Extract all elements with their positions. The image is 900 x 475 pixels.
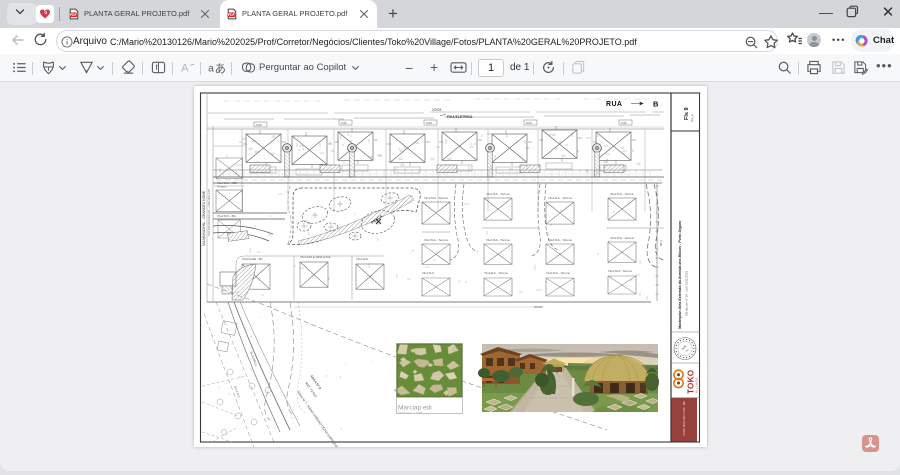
svg-text:VIA MUNICIPAL - GRANDES HOME: VIA MUNICIPAL - GRANDES HOME	[202, 190, 206, 246]
svg-text:9,00: 9,00	[426, 121, 432, 125]
svg-text:A: A	[181, 62, 189, 74]
svg-text:FIXA ELETRICA: FIXA ELETRICA	[447, 115, 473, 119]
svg-text:VILA SUL - Terreno: VILA SUL - Terreno	[484, 271, 508, 275]
svg-text:PDF: PDF	[228, 13, 235, 17]
svg-text:VILA SOL - BG: VILA SOL - BG	[217, 214, 236, 218]
svg-text:B: B	[653, 100, 659, 109]
svg-text:ÁREA Nº 5: ÁREA Nº 5	[233, 385, 241, 399]
svg-text:VILA SOL - Terreno: VILA SOL - Terreno	[608, 269, 633, 273]
svg-text:RUA PROJETADA S/N - LARGURA 12: RUA PROJETADA S/N - LARGURA 12M	[207, 189, 211, 236]
svg-text:VILA SUL - Terreno: VILA SUL - Terreno	[548, 196, 572, 200]
svg-text:ÁREA Nº 7 - MÁRIO URBANO CÉZAR: ÁREA Nº 7 - MÁRIO URBANO CÉZAR EMPREENDI…	[296, 390, 353, 447]
svg-text:20X60: 20X60	[534, 305, 543, 309]
svg-text:Terreno: Terreno	[217, 185, 227, 189]
svg-text:VILA SOL: VILA SOL	[356, 257, 369, 261]
svg-text:arqto: arqto	[685, 348, 690, 353]
svg-text:VILA SUL - Terreno: VILA SUL - Terreno	[546, 271, 570, 275]
svg-text:9,00: 9,00	[341, 121, 347, 125]
svg-text:-: -	[661, 104, 662, 108]
svg-text:PDF: PDF	[70, 13, 77, 17]
svg-text:VILA SUL - Terreno: VILA SUL - Terreno	[548, 238, 572, 242]
svg-text:VILA SUL - Terreno: VILA SUL - Terreno	[486, 238, 510, 242]
svg-text:9,00: 9,00	[526, 121, 532, 125]
svg-text:VILA SOL - Terreno: VILA SOL - Terreno	[424, 196, 449, 200]
svg-text:Masterplan Área Extensão da Av: Masterplan Área Extensão da Avenida dos …	[677, 220, 682, 329]
svg-text:VILA AAN E NEW A SOL: VILA AAN E NEW A SOL	[300, 255, 331, 259]
svg-text:あ: あ	[215, 63, 225, 75]
svg-text:20X05: 20X05	[432, 108, 441, 112]
svg-text:9,00: 9,00	[621, 121, 627, 125]
svg-text:VILA SOL - Terreno: VILA SOL - Terreno	[610, 192, 635, 196]
svg-text:9,00: 9,00	[256, 123, 262, 127]
svg-text:Pietra rigur. f. Travel: Pietra rigur. f. Travel	[398, 411, 423, 415]
svg-text:VILA SUL - Terreno: VILA SUL - Terreno	[424, 238, 448, 242]
svg-text:VILLAGE: VILLAGE	[695, 377, 699, 393]
svg-text:VILA SUL - Terreno: VILA SUL - Terreno	[486, 192, 510, 196]
svg-text:90 A: 90 A	[659, 240, 663, 246]
svg-text:VILA SOL - Terreno: VILA SOL - Terreno	[610, 236, 635, 240]
svg-text:VILA GAFE - BG: VILA GAFE - BG	[242, 257, 263, 261]
svg-text:SB:doc:art nº 29 - civil 13/11: SB:doc:art nº 29 - civil 13/11/2019	[685, 271, 689, 316]
svg-text:Fls 9: Fls 9	[684, 107, 690, 120]
svg-text:VILA SUL: VILA SUL	[422, 271, 435, 275]
svg-text:RUA: RUA	[606, 101, 622, 108]
svg-text:TOKO SEGURO LTDA - ME: TOKO SEGURO LTDA - ME	[682, 401, 686, 436]
svg-text:a: a	[208, 64, 214, 75]
svg-text:mat_m: mat_m	[690, 114, 694, 122]
